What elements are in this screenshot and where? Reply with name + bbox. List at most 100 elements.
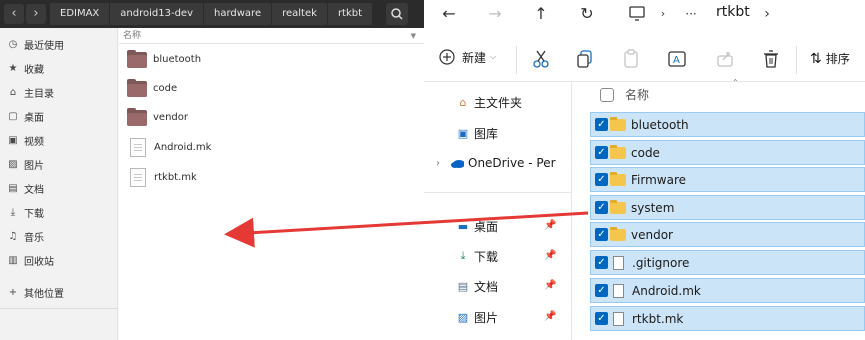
screenshot: ‹ › EDIMAX android13-dev hardware realte… <box>0 0 865 340</box>
nav-item-home[interactable]: ⌂ 主文件夹 <box>456 91 523 113</box>
search-button[interactable] <box>386 3 408 25</box>
sidebar-item-desktop[interactable]: ▢ 桌面 <box>7 106 44 126</box>
list-item[interactable]: code <box>127 76 177 100</box>
sidebar-item-label: 文档 <box>24 184 44 196</box>
list-item[interactable]: bluetooth <box>127 47 201 71</box>
table-row[interactable]: ✓ Android.mk <box>590 278 865 303</box>
copy-button[interactable] <box>574 48 596 70</box>
delete-button[interactable] <box>760 48 782 70</box>
command-bar: 新建 ⌵ A ⇅ 排序 <box>424 38 865 82</box>
table-row[interactable]: ✓ rtkbt.mk <box>590 306 865 331</box>
table-row[interactable]: ✓ code <box>590 140 865 165</box>
pin-icon[interactable]: 📌 <box>544 280 556 291</box>
more-locations-button[interactable]: ··· <box>680 3 702 25</box>
column-header-name[interactable]: 名称 <box>600 86 649 103</box>
rename-button[interactable]: A <box>666 48 688 70</box>
checkbox-checked-icon[interactable]: ✓ <box>595 312 608 325</box>
new-button[interactable]: 新建 ⌵ <box>438 48 496 66</box>
breadcrumb-item[interactable]: hardware <box>204 3 273 25</box>
sidebar-item-home[interactable]: ⌂ 主目录 <box>7 82 54 102</box>
checkbox-checked-icon[interactable]: ✓ <box>595 228 608 241</box>
checkbox-checked-icon[interactable]: ✓ <box>595 173 608 186</box>
plus-circle-icon <box>439 49 455 65</box>
svg-text:A: A <box>673 55 680 66</box>
checkbox-checked-icon[interactable]: ✓ <box>595 284 608 297</box>
sidebar-item-recent[interactable]: ◷ 最近使用 <box>7 34 64 54</box>
table-row[interactable]: ✓ Firmware <box>590 167 865 192</box>
trash-icon <box>764 50 778 68</box>
sidebar-item-label: 桌面 <box>24 112 44 124</box>
nav-item-label: OneDrive - Per <box>468 156 556 170</box>
folder-icon <box>127 108 147 126</box>
select-all-checkbox[interactable] <box>600 87 614 102</box>
forward-arrow-icon[interactable]: → <box>484 3 506 25</box>
sidebar-item-pictures[interactable]: ▨ 图片 <box>7 154 44 174</box>
list-item[interactable]: vendor <box>127 105 188 129</box>
nav-item-label: 图片 <box>474 310 499 325</box>
file-name: rtkbt.mk <box>632 311 684 326</box>
download-icon: ⤓ <box>460 249 466 262</box>
breadcrumb-item[interactable]: android13-dev <box>110 3 204 25</box>
file-name: bluetooth <box>153 53 202 65</box>
nav-item-onedrive[interactable]: › OneDrive - Per <box>436 152 556 174</box>
pin-icon[interactable]: 📌 <box>544 250 556 261</box>
chevron-right-icon[interactable]: › <box>756 3 778 25</box>
home-icon: ⌂ <box>459 95 467 109</box>
nav-item-documents[interactable]: ▤ 文档 <box>456 275 498 297</box>
list-item[interactable]: rtkbt.mk <box>127 165 197 189</box>
onedrive-icon <box>450 156 464 170</box>
table-row[interactable]: ✓ system <box>590 195 865 220</box>
sidebar-item-other-locations[interactable]: + 其他位置 <box>7 282 64 302</box>
checkbox-checked-icon[interactable]: ✓ <box>595 118 608 131</box>
file-name: system <box>631 200 675 215</box>
sidebar-item-documents[interactable]: ▤ 文档 <box>7 178 44 198</box>
back-arrow-icon[interactable]: ← <box>438 3 460 25</box>
file-name: .gitignore <box>632 255 690 270</box>
table-row[interactable]: ✓ vendor <box>590 222 865 247</box>
table-row[interactable]: ✓ bluetooth <box>590 112 865 137</box>
sidebar-item-trash[interactable]: ▥ 回收站 <box>7 250 54 270</box>
nav-item-downloads[interactable]: ⤓ 下载 <box>456 245 498 267</box>
document-icon: ▤ <box>457 279 469 293</box>
sidebar-item-videos[interactable]: ▣ 视频 <box>7 130 44 150</box>
table-row[interactable]: ✓ .gitignore <box>590 250 865 275</box>
checkbox-checked-icon[interactable]: ✓ <box>595 256 608 269</box>
video-icon: ▣ <box>8 134 18 146</box>
sidebar-item-music[interactable]: ♫ 音乐 <box>7 226 44 246</box>
nav-item-desktop[interactable]: ▬ 桌面 <box>456 215 498 237</box>
share-button[interactable] <box>714 48 736 70</box>
pin-icon[interactable]: 📌 <box>544 220 556 231</box>
forward-button[interactable]: › <box>26 4 46 24</box>
chevron-right-icon[interactable]: › <box>652 3 674 25</box>
folder-icon <box>127 79 147 97</box>
file-name: code <box>631 145 660 160</box>
sort-button[interactable]: ⇅ 排序 <box>810 50 850 67</box>
back-button[interactable]: ‹ <box>4 4 24 24</box>
rename-icon: A <box>668 51 686 67</box>
file-icon <box>613 283 624 298</box>
address-current-folder[interactable]: rtkbt <box>716 4 750 20</box>
refresh-icon[interactable]: ↻ <box>576 3 598 25</box>
sidebar-item-starred[interactable]: ★ 收藏 <box>7 58 44 78</box>
computer-icon[interactable] <box>626 3 648 25</box>
cut-button[interactable] <box>530 48 552 70</box>
sidebar-item-label: 收藏 <box>24 64 44 76</box>
nav-item-label: 图库 <box>474 126 499 141</box>
picture-icon: ▨ <box>457 310 469 324</box>
breadcrumb-item[interactable]: rtkbt <box>327 3 374 25</box>
up-arrow-icon[interactable]: ↑ <box>530 3 552 25</box>
chevron-down-icon: ⌵ <box>490 52 497 61</box>
chevron-up-icon[interactable]: ⌃ <box>732 78 739 87</box>
pin-icon[interactable]: 📌 <box>544 311 556 322</box>
breadcrumb-item[interactable]: realtek <box>272 3 328 25</box>
breadcrumb-item[interactable]: EDIMAX <box>50 3 111 25</box>
checkbox-checked-icon[interactable]: ✓ <box>595 146 608 159</box>
nav-item-pictures[interactable]: ▨ 图片 <box>456 306 498 328</box>
list-item[interactable]: Android.mk <box>127 135 211 159</box>
column-header-name[interactable]: 名称 ▼ <box>119 28 424 44</box>
document-icon: ▤ <box>8 182 18 194</box>
sidebar-item-downloads[interactable]: ⤓ 下载 <box>7 202 44 222</box>
nav-item-gallery[interactable]: ▣ 图库 <box>456 122 498 144</box>
paste-button[interactable] <box>620 48 642 70</box>
checkbox-checked-icon[interactable]: ✓ <box>595 201 608 214</box>
